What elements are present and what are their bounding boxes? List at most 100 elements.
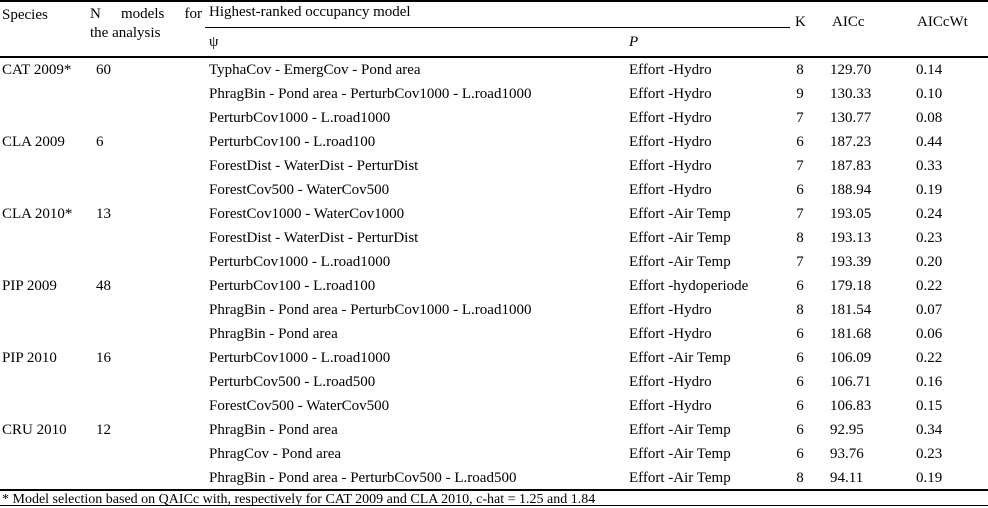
- row-cell-aiccwt: 0.14: [916, 62, 943, 78]
- row-cell-psi: TyphaCov - EmergCov - Pond area: [209, 62, 421, 78]
- row-cell-aicc: 130.33: [830, 86, 872, 102]
- column-header-species: Species: [2, 7, 48, 23]
- row-cell-aiccwt: 0.15: [916, 398, 943, 414]
- row-cell-k: 7: [796, 206, 804, 222]
- column-header-p: P: [629, 34, 639, 50]
- row-cell-k: 6: [796, 350, 804, 366]
- row-cell-psi: ForestCov500 - WaterCov500: [209, 398, 390, 414]
- row-cell-p: Effort -Hydro: [629, 110, 712, 126]
- row-cell-k: 7: [796, 158, 804, 174]
- column-header-aicc: AICc: [832, 14, 865, 30]
- row-cell-k: 6: [796, 182, 804, 198]
- row-cell-p: Effort -Hydro: [629, 62, 712, 78]
- row-cell-psi: PerturbCov100 - L.road100: [209, 134, 376, 150]
- row-cell-k: 6: [796, 374, 804, 390]
- row-cell-species: CAT 2009*: [2, 62, 72, 78]
- row-cell-k: 6: [796, 446, 804, 462]
- row-cell-aiccwt: 0.22: [916, 350, 943, 366]
- row-cell-aiccwt: 0.22: [916, 278, 943, 294]
- row-cell-n-models: 12: [96, 422, 111, 438]
- row-cell-psi: PhragBin - Pond area - PerturbCov1000 - …: [209, 86, 532, 102]
- row-cell-aiccwt: 0.16: [916, 374, 943, 390]
- row-cell-aicc: 179.18: [830, 278, 872, 294]
- row-cell-p: Effort -Hydro: [629, 134, 712, 150]
- table-row: ForestDist - WaterDist - PerturDist Effor…: [0, 154, 988, 178]
- row-cell-n-models: 6: [96, 134, 104, 150]
- row-cell-aiccwt: 0.07: [916, 302, 943, 318]
- column-header-psi: ψ: [209, 34, 219, 50]
- row-cell-aiccwt: 0.33: [916, 158, 943, 174]
- row-cell-p: Effort -Hydro: [629, 374, 712, 390]
- row-cell-aiccwt: 0.19: [916, 182, 943, 198]
- row-cell-aiccwt: 0.24: [916, 206, 943, 222]
- table-row: PhragBin - Pond area - PerturbCov1000 - …: [0, 82, 988, 106]
- row-cell-aicc: 130.77: [830, 110, 872, 126]
- row-cell-p: Effort -Air Temp: [629, 254, 731, 270]
- column-header-k: K: [795, 14, 806, 30]
- row-cell-aicc: 93.76: [830, 446, 864, 462]
- row-cell-aicc: 92.95: [830, 422, 864, 438]
- row-cell-aiccwt: 0.23: [916, 446, 943, 462]
- row-cell-k: 8: [796, 470, 804, 486]
- row-cell-species: CLA 2009: [2, 134, 65, 150]
- row-cell-aicc: 106.09: [830, 350, 872, 366]
- table-header: Species N models for the analysis Highes…: [0, 0, 988, 56]
- row-cell-p: Effort -Hydro: [629, 302, 712, 318]
- row-cell-aicc: 106.83: [830, 398, 872, 414]
- column-header-occupancy-group: Highest-ranked occupancy model: [209, 4, 411, 20]
- column-header-n-models-line2: the analysis: [90, 25, 161, 41]
- row-cell-psi: ForestDist - WaterDist - PerturDist: [209, 230, 419, 246]
- row-cell-aiccwt: 0.34: [916, 422, 943, 438]
- row-cell-species: PIP 2009: [2, 278, 57, 294]
- row-cell-aiccwt: 0.20: [916, 254, 943, 270]
- row-cell-aicc: 94.11: [830, 470, 864, 486]
- row-cell-psi: PhragBin - Pond area: [209, 422, 338, 438]
- row-cell-p: Effort -Hydro: [629, 326, 712, 342]
- row-cell-psi: ForestDist - WaterDist - PerturDist: [209, 158, 419, 174]
- row-cell-k: 8: [796, 302, 804, 318]
- row-cell-aicc: 181.68: [830, 326, 872, 342]
- row-cell-n-models: 13: [96, 206, 111, 222]
- row-cell-n-models: 16: [96, 350, 111, 366]
- row-cell-psi: PhragBin - Pond area: [209, 326, 338, 342]
- column-header-aiccwt: AICcWt: [917, 14, 968, 30]
- row-cell-aiccwt: 0.23: [916, 230, 943, 246]
- row-cell-p: Effort -Air Temp: [629, 446, 731, 462]
- row-cell-psi: PerturbCov1000 - L.road1000: [209, 254, 391, 270]
- row-cell-k: 6: [796, 422, 804, 438]
- row-cell-p: Effort -hydoperiode: [629, 278, 749, 294]
- row-cell-aicc: 187.23: [830, 134, 872, 150]
- row-cell-k: 9: [796, 86, 804, 102]
- table-row: PhragBin - Pond area - PerturbCov1000 - …: [0, 298, 988, 322]
- row-cell-aicc: 193.13: [830, 230, 872, 246]
- table-row: PhragBin - Pond area - PerturbCov500 - L…: [0, 466, 988, 490]
- row-cell-psi: ForestCov1000 - WaterCov1000: [209, 206, 405, 222]
- row-cell-p: Effort -Air Temp: [629, 230, 731, 246]
- row-cell-p: Effort -Air Temp: [629, 422, 731, 438]
- row-cell-aiccwt: 0.19: [916, 470, 943, 486]
- row-cell-k: 8: [796, 230, 804, 246]
- row-cell-k: 6: [796, 134, 804, 150]
- row-cell-k: 6: [796, 326, 804, 342]
- row-cell-p: Effort -Hydro: [629, 86, 712, 102]
- row-cell-aiccwt: 0.10: [916, 86, 943, 102]
- row-cell-k: 6: [796, 278, 804, 294]
- row-cell-aiccwt: 0.06: [916, 326, 943, 342]
- row-cell-n-models: 60: [96, 62, 111, 78]
- table-row: ForestDist - WaterDist - PerturDist Effor…: [0, 226, 988, 250]
- row-cell-aicc: 181.54: [830, 302, 872, 318]
- row-cell-p: Effort -Hydro: [629, 158, 712, 174]
- column-header-n-models-line1: N models for: [90, 6, 202, 22]
- row-cell-k: 6: [796, 398, 804, 414]
- table-row: ForestCov500 - WaterCov500 Effort -Hydro 6…: [0, 178, 988, 202]
- row-cell-species: CRU 2010: [2, 422, 67, 438]
- row-cell-aicc: 187.83: [830, 158, 872, 174]
- row-cell-aiccwt: 0.44: [916, 134, 943, 150]
- table-row: ForestCov500 - WaterCov500 Effort -Hydro 6…: [0, 394, 988, 418]
- row-cell-k: 7: [796, 110, 804, 126]
- row-cell-n-models: 48: [96, 278, 111, 294]
- table-body: CAT 2009* 60 TyphaCov - EmergCov - Pond ar…: [0, 58, 988, 490]
- row-cell-k: 7: [796, 254, 804, 270]
- row-cell-k: 8: [796, 62, 804, 78]
- row-cell-psi: PerturbCov100 - L.road100: [209, 278, 376, 294]
